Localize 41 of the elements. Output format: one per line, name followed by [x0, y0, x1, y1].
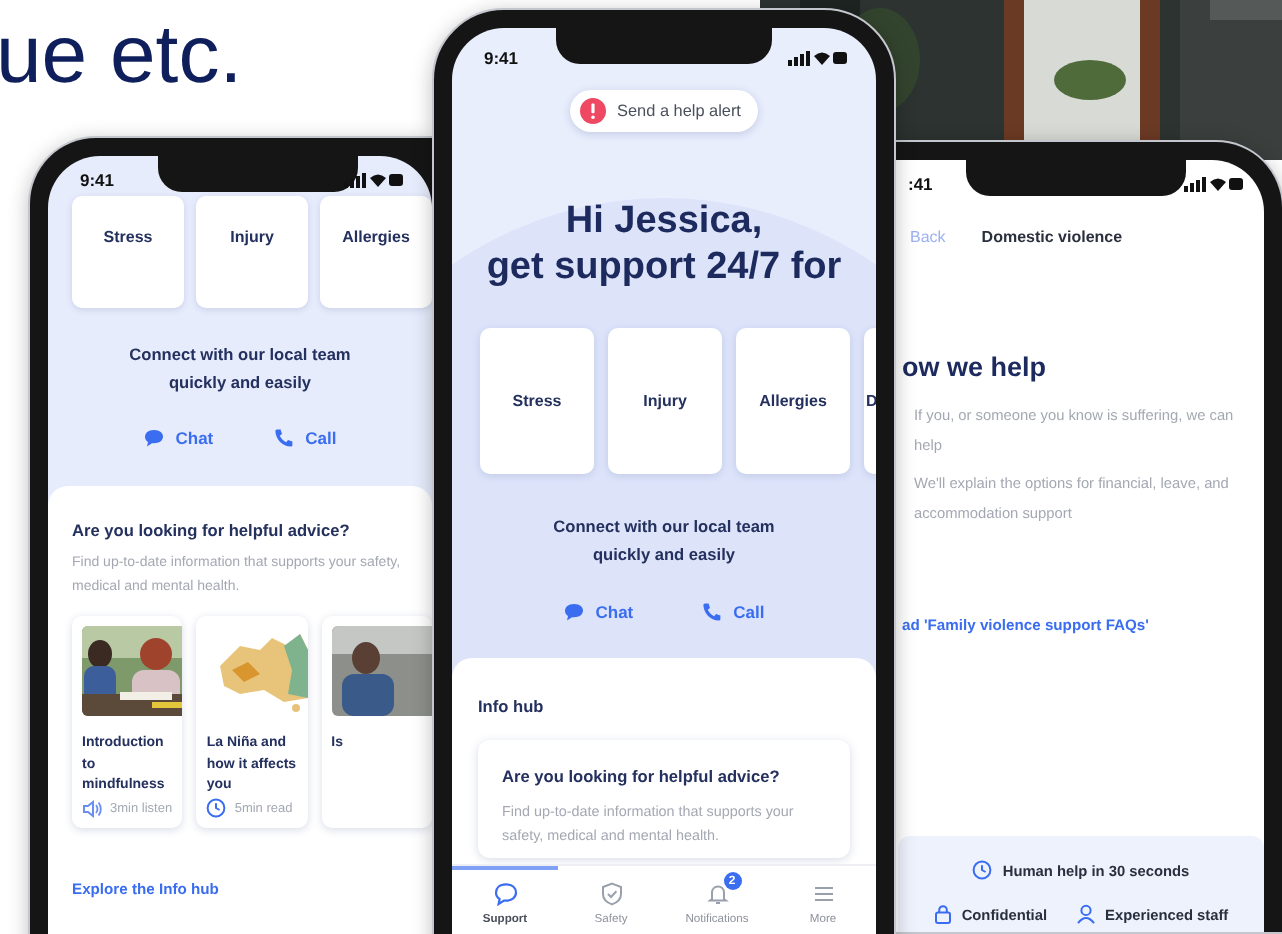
topic-card[interactable]: Injury: [196, 196, 308, 308]
phone-icon: [273, 428, 294, 448]
chat-icon: [493, 882, 517, 906]
advice-title: Are you looking for helpful advice?: [502, 766, 782, 786]
slide-heading: ue etc.: [0, 6, 243, 104]
lock-icon: [933, 904, 952, 924]
chat-button[interactable]: Chat: [563, 602, 634, 622]
topic-card[interactable]: Stress: [72, 196, 184, 308]
section-heading: ow we help: [902, 352, 1049, 382]
chat-icon: [563, 602, 584, 622]
connect-text: Connect with our local team quickly and easily: [551, 514, 777, 568]
speaker-icon: [82, 800, 102, 818]
topic-card[interactable]: Allergies: [320, 196, 432, 308]
chat-icon: [143, 428, 164, 448]
call-button[interactable]: Call: [701, 602, 765, 622]
topic-card[interactable]: Injury: [608, 328, 722, 474]
clock-icon: [206, 798, 227, 818]
alert-icon: [579, 98, 606, 124]
greeting-heading: Hi Jessica,: [563, 198, 765, 244]
shield-icon: [599, 882, 623, 906]
connect-text: Connect with our local team quickly and easily: [127, 342, 353, 396]
phone-icon: [701, 602, 722, 622]
topic-card[interactable]: Stress: [480, 328, 594, 474]
screen-title: Domestic violence: [981, 228, 1123, 246]
status-time: 9:41: [80, 170, 115, 190]
status-icons: [1184, 176, 1244, 192]
status-icons: [788, 50, 848, 66]
greeting-subheading: get support 24/7 for: [484, 244, 844, 290]
call-button[interactable]: Call: [273, 428, 337, 448]
status-icons: [344, 172, 404, 188]
help-alert-button[interactable]: Send a help alert: [569, 90, 759, 132]
status-time: :41: [908, 174, 933, 194]
topic-card[interactable]: Allergies: [736, 328, 850, 474]
bell-icon: [705, 882, 729, 906]
menu-icon: [811, 882, 835, 906]
advice-title: Are you looking for helpful advice?: [72, 520, 352, 540]
person-icon: [1075, 904, 1096, 924]
section-title: Info hub: [478, 696, 546, 716]
clock-icon: [972, 860, 993, 880]
status-time: 9:41: [484, 48, 519, 68]
chat-button[interactable]: Chat: [143, 428, 214, 448]
